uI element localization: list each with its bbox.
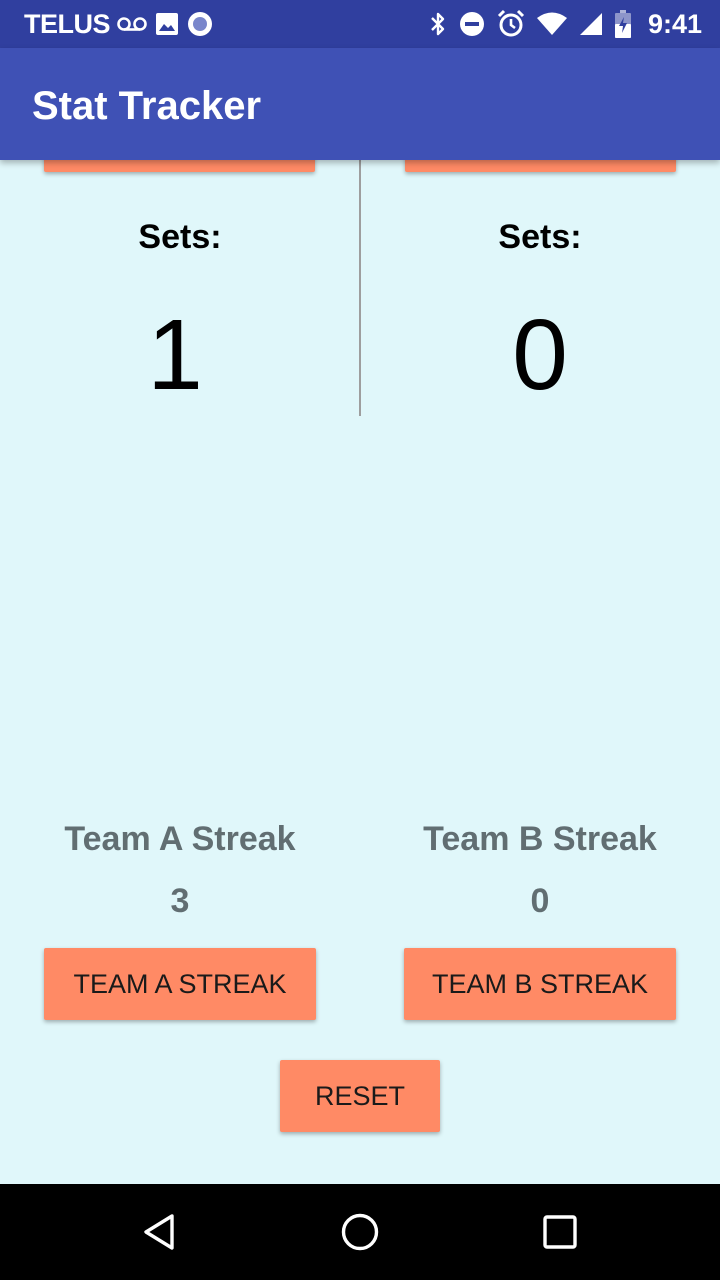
carrier-name: TELUS (24, 8, 111, 39)
team-a-sets-label: Sets: (138, 218, 222, 256)
clock: 9:41 (647, 8, 702, 39)
reset-button[interactable]: RESET (280, 1060, 440, 1132)
alarm-icon (496, 9, 526, 39)
team-b-streak-button[interactable]: TEAM B STREAK (404, 948, 676, 1020)
team-b-sets-value: 0 (512, 299, 568, 411)
navigation-bar (0, 1184, 720, 1280)
team-b-sets-label: Sets: (498, 218, 582, 256)
signal-icon (578, 11, 604, 37)
status-left: TELUS (24, 0, 214, 48)
team-a-sets-value: 1 (147, 299, 203, 411)
team-b-top-button[interactable] (405, 160, 676, 172)
home-icon[interactable] (300, 1184, 420, 1280)
status-right: 9:41 (428, 0, 702, 48)
wifi-icon (536, 11, 568, 37)
recents-icon[interactable] (500, 1184, 620, 1280)
image-icon (154, 11, 180, 37)
team-a-streak-button[interactable]: TEAM A STREAK (44, 948, 316, 1020)
record-icon (186, 10, 214, 38)
team-b-streak-label: Team B Streak (423, 820, 657, 858)
team-a-streak-label: Team A Streak (64, 820, 296, 858)
team-a-top-button[interactable] (44, 160, 315, 172)
team-b-streak-value: 0 (530, 882, 550, 920)
team-a-streak-value: 3 (170, 882, 190, 920)
status-bar: TELUS 9:41 (0, 0, 720, 48)
battery-icon (614, 9, 632, 39)
back-icon[interactable] (100, 1184, 220, 1280)
voicemail-icon (116, 14, 148, 34)
bluetooth-icon (428, 10, 448, 38)
app-bar: Stat Tracker (0, 48, 720, 160)
do-not-disturb-icon (458, 10, 486, 38)
app-title: Stat Tracker (32, 84, 262, 128)
scroll-content[interactable]: Sets: Sets: 1 0 Team A Streak Team B Str… (0, 160, 720, 1184)
